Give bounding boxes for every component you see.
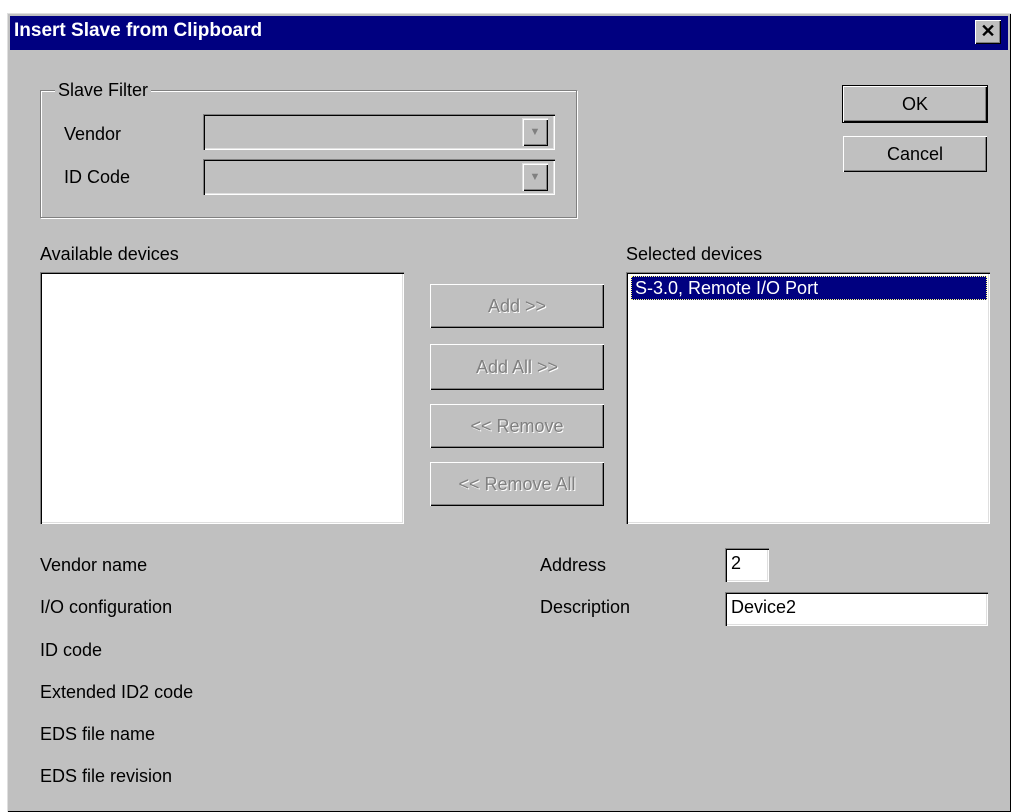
- add-button-label: Add >>: [487, 296, 547, 316]
- address-label: Address: [540, 555, 607, 575]
- id-code-label: ID Code: [64, 167, 131, 187]
- add-all-button[interactable]: Add All >>: [430, 344, 604, 390]
- selected-device-item[interactable]: S-3.0, Remote I/O Port: [631, 276, 987, 300]
- chevron-down-icon: ▼: [529, 126, 541, 138]
- close-icon: ✕: [980, 21, 996, 41]
- id-code-detail-label: ID code: [40, 640, 103, 660]
- close-button[interactable]: ✕: [975, 20, 1001, 44]
- id-code-dropdown-arrow: ▼: [522, 163, 548, 191]
- id-code-combobox: [203, 159, 555, 195]
- ok-button[interactable]: OK: [843, 86, 987, 122]
- add-all-button-label: Add All >>: [475, 357, 559, 377]
- vendor-name-label: Vendor name: [40, 555, 148, 575]
- remove-button-label: << Remove: [470, 416, 564, 436]
- remove-all-button-label: << Remove All: [458, 474, 576, 494]
- vendor-label: Vendor: [64, 124, 122, 144]
- slave-filter-group: [40, 90, 577, 218]
- extended-id2-label: Extended ID2 code: [40, 682, 194, 702]
- slave-filter-label: Slave Filter: [55, 80, 152, 101]
- vendor-dropdown-arrow: ▼: [522, 118, 548, 146]
- address-field[interactable]: 2: [725, 548, 769, 582]
- eds-file-revision-label: EDS file revision: [40, 766, 173, 786]
- selected-devices-label: Selected devices: [626, 244, 763, 264]
- vendor-combobox: [203, 114, 555, 150]
- description-field[interactable]: Device2: [725, 592, 988, 626]
- eds-file-name-label: EDS file name: [40, 724, 156, 744]
- io-configuration-label: I/O configuration: [40, 597, 173, 617]
- ok-button-label: OK: [901, 94, 928, 114]
- available-devices-label: Available devices: [40, 244, 179, 264]
- dialog-title: Insert Slave from Clipboard: [14, 20, 263, 41]
- remove-all-button[interactable]: << Remove All: [430, 462, 604, 506]
- available-devices-list[interactable]: [40, 272, 404, 524]
- description-label: Description: [540, 597, 631, 617]
- remove-button[interactable]: << Remove: [430, 404, 604, 448]
- add-button[interactable]: Add >>: [430, 284, 604, 328]
- cancel-button[interactable]: Cancel: [843, 136, 987, 172]
- cancel-button-label: Cancel: [886, 144, 944, 164]
- chevron-down-icon: ▼: [529, 171, 541, 183]
- selected-devices-list[interactable]: [626, 272, 990, 524]
